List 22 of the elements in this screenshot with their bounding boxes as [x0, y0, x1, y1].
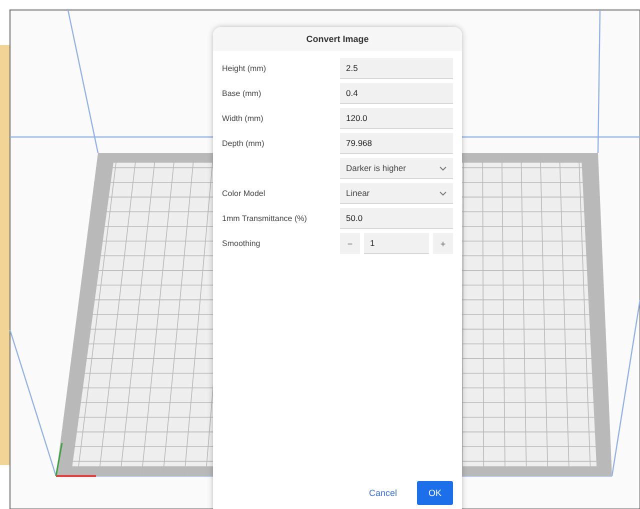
input-field[interactable]: 0.4	[340, 83, 453, 104]
chevron-icon	[439, 166, 447, 170]
cancel-button[interactable]: Cancel	[358, 481, 407, 505]
field-label: Base (mm)	[222, 89, 262, 98]
input-field[interactable]: 2.5	[340, 58, 453, 79]
dialog-title: Convert Image	[213, 27, 462, 51]
dropdown[interactable]: Darker is higher	[340, 158, 453, 179]
chevron-icon	[439, 190, 447, 196]
input-field[interactable]: 120.0	[340, 108, 453, 129]
increment-button[interactable]: +	[433, 233, 453, 254]
number-field[interactable]: 1	[364, 233, 429, 254]
field-label: Depth (mm)	[222, 139, 266, 148]
decrement-button[interactable]: −	[340, 233, 360, 254]
field-label: 1mm Transmittance (%)	[222, 214, 308, 223]
dropdown[interactable]: Linear	[340, 183, 453, 204]
field-label: Color Model	[222, 189, 266, 198]
field-label: Smoothing	[222, 239, 262, 248]
input-field[interactable]: 50.0	[340, 208, 453, 229]
field-label: Height (mm)	[222, 64, 268, 73]
input-field[interactable]: 79.968	[340, 133, 453, 154]
field-label: Width (mm)	[222, 114, 264, 123]
ok-button[interactable]: OK	[417, 481, 453, 505]
